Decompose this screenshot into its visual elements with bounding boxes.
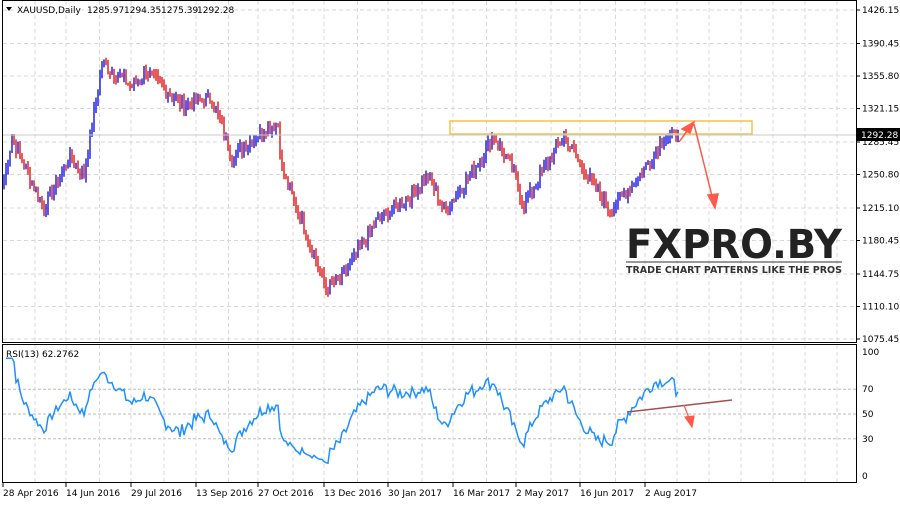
rsi-line xyxy=(6,357,679,465)
price-tick-label: 1321.15 xyxy=(862,105,899,115)
open-value: 1285.97 xyxy=(87,6,124,16)
price-tick-label: 1075.45 xyxy=(862,335,899,345)
price-tick-label: 1180.45 xyxy=(862,236,899,246)
current-price-value: 1292.28 xyxy=(861,131,898,141)
date-tick-label: 13 Sep 2016 xyxy=(196,489,253,499)
price-bars xyxy=(3,57,679,297)
date-tick-label: 16 Jun 2017 xyxy=(580,489,634,499)
price-tick-label: 1355.80 xyxy=(862,72,899,82)
chart-header: XAUUSD,Daily 1285.97 1294.35 1275.39 129… xyxy=(6,6,234,16)
date-tick-label: 30 Jan 2017 xyxy=(388,489,442,499)
time-axis[interactable]: 28 Apr 2016 14 Jun 2016 29 Jul 2016 13 Sep … xyxy=(2,483,697,499)
date-tick-label: 13 Dec 2016 xyxy=(324,489,382,499)
price-axis[interactable]: 1426.151390.451355.801321.151285.451250.… xyxy=(856,6,899,345)
rsi-label: RSI(13) 62.2762 xyxy=(6,350,79,360)
low-value: 1275.39 xyxy=(161,6,198,16)
rsi-tick-label: 50 xyxy=(862,410,874,420)
date-tick-label: 16 Mar 2017 xyxy=(453,489,510,499)
price-tick-label: 1426.15 xyxy=(862,6,899,16)
rsi-axis[interactable]: 100 70 50 30 0 xyxy=(862,348,879,482)
chart-canvas[interactable]: FXPRO.BY TRADE CHART PATTERNS LIKE THE P… xyxy=(0,0,900,504)
high-value: 1294.35 xyxy=(124,6,161,16)
rsi-trendline[interactable] xyxy=(626,399,733,413)
price-tick-label: 1215.10 xyxy=(862,204,899,214)
resistance-zone[interactable] xyxy=(449,120,753,135)
symbol-label: XAUUSD,Daily xyxy=(17,6,81,16)
rsi-tick-label: 0 xyxy=(862,472,868,482)
price-tick-label: 1144.75 xyxy=(862,270,899,280)
close-value: 1292.28 xyxy=(197,6,234,16)
price-tick-label: 1250.80 xyxy=(862,171,899,181)
price-tick-label: 1110.10 xyxy=(862,302,899,312)
date-tick-label: 27 Oct 2016 xyxy=(258,489,314,499)
fxpro-logo: FXPRO.BY TRADE CHART PATTERNS LIKE THE P… xyxy=(626,222,843,276)
logo-text: FXPRO.BY xyxy=(626,222,843,268)
date-tick-label: 28 Apr 2016 xyxy=(3,489,59,499)
date-tick-label: 2 May 2017 xyxy=(516,489,569,499)
logo-tagline: TRADE CHART PATTERNS LIKE THE PROS xyxy=(626,265,842,276)
rsi-arrow-annotation[interactable] xyxy=(683,404,695,429)
date-tick-label: 14 Jun 2016 xyxy=(66,489,120,499)
date-tick-label: 2 Aug 2017 xyxy=(645,489,697,499)
rsi-tick-label: 100 xyxy=(862,348,879,358)
rsi-series xyxy=(6,357,679,465)
rsi-tick-label: 70 xyxy=(862,385,874,395)
price-tick-label: 1390.45 xyxy=(862,39,899,49)
date-tick-label: 29 Jul 2016 xyxy=(131,489,182,499)
rsi-tick-label: 30 xyxy=(862,435,874,445)
